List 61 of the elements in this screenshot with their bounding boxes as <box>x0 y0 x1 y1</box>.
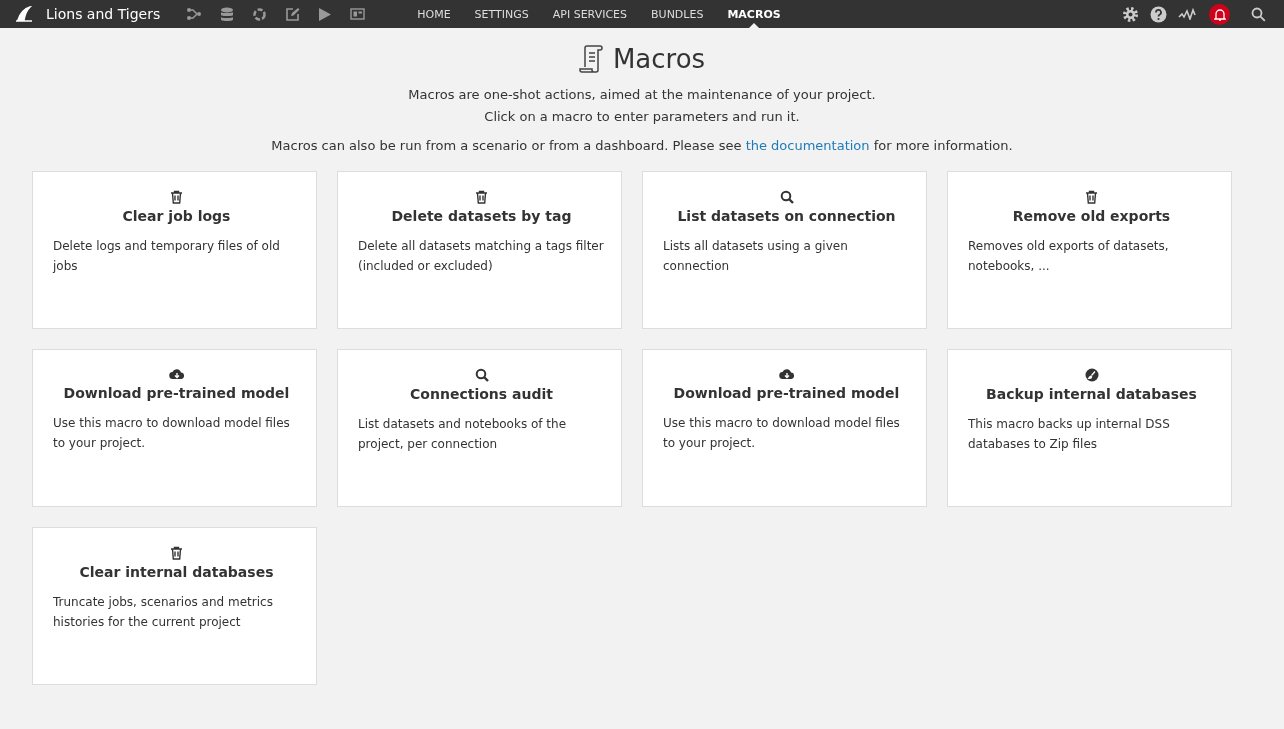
macro-title: Download pre-trained model <box>63 385 290 401</box>
macro-description: Lists all datasets using a given connection <box>663 238 849 275</box>
macro-description: Delete logs and temporary files of old jobs <box>53 238 281 275</box>
macro-title: Connections audit <box>410 386 553 402</box>
macro-title: Download pre-trained model <box>673 385 900 401</box>
flow-icon[interactable] <box>186 7 203 21</box>
macro-card[interactable]: List datasets on connection Lists all datasets using a given connection <box>642 171 927 329</box>
search-icon <box>779 190 794 204</box>
trash-icon <box>170 546 183 560</box>
nav-tab[interactable]: MACROS <box>715 0 793 28</box>
macro-description: This macro backs up internal DSS databases to Zip files <box>968 416 1171 453</box>
page-title: Macros <box>612 44 706 74</box>
search-icon[interactable] <box>1251 6 1266 22</box>
trash-icon <box>1085 190 1098 204</box>
edit-icon[interactable] <box>285 6 301 22</box>
macro-title: Remove old exports <box>1012 208 1171 224</box>
info-text: Macros can also be run from a scenario or from a dashboard. Please see the documentation for more information. <box>271 138 1013 153</box>
macro-description: Use this macro to download model files to your project. <box>53 415 291 452</box>
ring-icon[interactable] <box>252 6 268 22</box>
database-icon[interactable] <box>220 6 235 22</box>
macro-title: Delete datasets by tag <box>391 208 572 224</box>
macro-title: Clear internal databases <box>79 564 274 580</box>
macro-description: Delete all datasets matching a tags filter (included or excluded) <box>358 238 605 275</box>
documentation-link[interactable]: the documentation <box>745 138 870 153</box>
macro-card[interactable]: Remove old exports Removes old exports of datasets, notebooks, ... <box>947 171 1232 329</box>
macro-card[interactable]: Clear job logs Delete logs and temporary files of old jobs <box>32 171 317 329</box>
settings-icon[interactable] <box>1122 5 1139 23</box>
macro-card[interactable]: Connections audit List datasets and notebooks of the project, per connection <box>337 349 622 507</box>
macro-description: Use this macro to download model files to your project. <box>663 415 901 452</box>
cloud-download-icon <box>168 368 185 381</box>
intro-text: Click on a macro to enter parameters and run it. <box>484 108 800 126</box>
macro-description: Removes old exports of datasets, notebooks, ... <box>968 238 1170 275</box>
play-icon[interactable] <box>318 6 333 22</box>
activity-icon[interactable] <box>1178 8 1198 20</box>
brush-icon <box>1084 368 1099 382</box>
trash-icon <box>475 190 488 204</box>
macro-title: Clear job logs <box>122 208 231 224</box>
macro-description: List datasets and notebooks of the project, per connection <box>358 416 568 453</box>
trash-icon <box>170 190 183 204</box>
intro-text: Macros are one-shot actions, aimed at the maintenance of your project. <box>408 86 876 104</box>
macro-title: Backup internal databases <box>986 386 1197 402</box>
cloud-download-icon <box>778 368 795 381</box>
nav-tab[interactable]: HOME <box>405 0 463 28</box>
project-title[interactable]: Lions and Tigers <box>46 6 161 22</box>
search-icon <box>474 368 489 382</box>
macro-card[interactable]: Download pre-trained model Use this macro to download model files to your project. <box>32 349 317 507</box>
bird-logo-icon[interactable] <box>14 6 34 22</box>
nav-tab[interactable]: API SERVICES <box>540 0 640 28</box>
bell-icon <box>1213 7 1226 21</box>
notifications-button[interactable] <box>1209 3 1230 25</box>
help-icon[interactable] <box>1150 5 1167 23</box>
macro-card[interactable]: Download pre-trained model Use this macro to download model files to your project. <box>642 349 927 507</box>
nav-tab[interactable]: SETTINGS <box>462 0 541 28</box>
macro-card[interactable]: Backup internal databases This macro backs up internal DSS databases to Zip files <box>947 349 1232 507</box>
scroll-icon <box>578 45 603 73</box>
dashboard-icon[interactable] <box>350 8 366 20</box>
macro-card[interactable]: Clear internal databases Truncate jobs, scenarios and metrics histories for the current project <box>32 527 317 685</box>
macro-card[interactable]: Delete datasets by tag Delete all datasets matching a tags filter (included or excluded) <box>337 171 622 329</box>
nav-tab[interactable]: BUNDLES <box>639 0 716 28</box>
macro-title: List datasets on connection <box>677 208 896 224</box>
macro-description: Truncate jobs, scenarios and metrics histories for the current project <box>53 594 274 631</box>
